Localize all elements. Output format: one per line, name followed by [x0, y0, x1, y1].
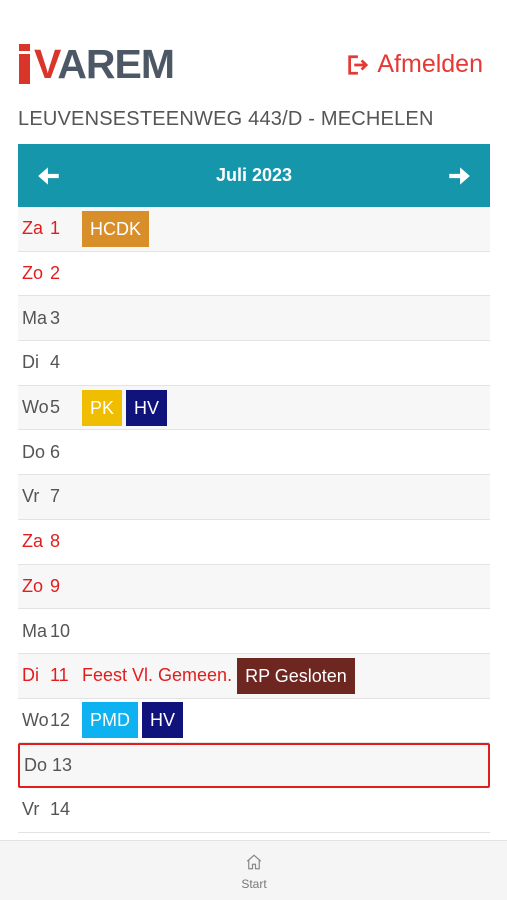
logo-wordmark: VAREM — [34, 41, 175, 87]
day-row[interactable]: Do 13 — [18, 743, 490, 788]
day-name: Di — [22, 352, 39, 373]
day-name: Vr — [22, 486, 40, 507]
collection-tag-rp-gesloten: RP Gesloten — [237, 657, 355, 694]
day-name: Ma — [22, 307, 48, 328]
ivarem-logo: VAREM — [18, 40, 175, 87]
day-row[interactable]: Zo 2 — [18, 251, 490, 297]
holiday-label: Feest Vl. Gemeen. — [82, 665, 233, 686]
day-name: Do — [22, 441, 46, 462]
arrow-right-icon[interactable] — [446, 163, 472, 189]
collection-tag-pk: PK — [82, 389, 123, 426]
collection-tag-hcdk: HCDK — [82, 210, 150, 247]
home-icon — [246, 854, 262, 870]
day-row[interactable]: Di 11 Feest Vl. Gemeen. RP Gesloten — [18, 653, 490, 699]
day-row[interactable]: Vr 14 — [18, 787, 490, 833]
logout-icon — [348, 54, 369, 75]
day-number: 5 — [50, 397, 61, 418]
day-name: Ma — [22, 620, 48, 641]
day-row[interactable]: Za 1 HCDK — [18, 207, 490, 252]
day-number: 6 — [50, 441, 61, 462]
logout-button[interactable]: Afmelden — [346, 50, 483, 79]
day-name: Vr — [22, 799, 40, 820]
day-name: Zo — [22, 263, 44, 284]
day-number: 2 — [50, 263, 61, 284]
tab-start[interactable]: Start — [222, 853, 286, 897]
day-row[interactable]: Ma 3 — [18, 296, 490, 342]
day-row[interactable]: Wo 5 PK HV — [18, 385, 490, 431]
day-number: 7 — [50, 486, 61, 507]
logout-label: Afmelden — [377, 50, 483, 78]
day-number: 8 — [50, 531, 61, 552]
day-number: 9 — [50, 575, 61, 596]
day-row[interactable]: Wo 12 PMD HV — [18, 698, 490, 744]
collection-tag-hv: HV — [142, 702, 184, 739]
day-name: Do — [24, 755, 48, 776]
day-name: Wo — [22, 397, 49, 418]
tab-start-label: Start — [241, 877, 267, 891]
day-row[interactable]: Vr 7 — [18, 475, 490, 520]
day-number: 14 — [50, 799, 71, 820]
day-number: 11 — [50, 665, 69, 686]
day-number: 3 — [50, 307, 61, 328]
day-name: Za — [22, 531, 44, 552]
collection-tag-pmd: PMD — [82, 702, 138, 739]
day-row[interactable]: Za 8 — [18, 519, 490, 565]
day-name: Za — [22, 218, 44, 239]
month-label: Juli 2023 — [215, 165, 293, 185]
app-header: VAREM Afmelden — [0, 0, 507, 100]
day-row[interactable]: Zo 9 — [18, 564, 490, 610]
day-number: 1 — [50, 218, 61, 239]
day-number: 12 — [50, 709, 71, 730]
day-number: 10 — [50, 620, 71, 641]
day-number: 13 — [52, 755, 73, 776]
day-name: Zo — [22, 575, 44, 596]
day-name: Di — [22, 665, 39, 686]
day-row[interactable]: Do 6 — [18, 430, 490, 476]
calendar-header: Juli 2023 — [18, 144, 490, 207]
day-list: Za 1 HCDK Zo 2 Ma 3 Di 4 Wo 5 PK HV Do 6 Vr 7 Za 8 Zo 9 Ma 10 D… — [18, 207, 490, 833]
day-number: 4 — [50, 352, 61, 373]
collection-tag-hv: HV — [126, 389, 168, 426]
bottom-nav: Start — [0, 840, 507, 900]
day-row[interactable]: Ma 10 — [18, 609, 490, 654]
day-row[interactable]: Di 4 — [18, 341, 490, 386]
address-title: LEUVENSESTEENWEG 443/D - MECHELEN — [18, 108, 434, 130]
day-name: Wo — [22, 709, 49, 730]
logo-i-mark — [18, 44, 32, 84]
